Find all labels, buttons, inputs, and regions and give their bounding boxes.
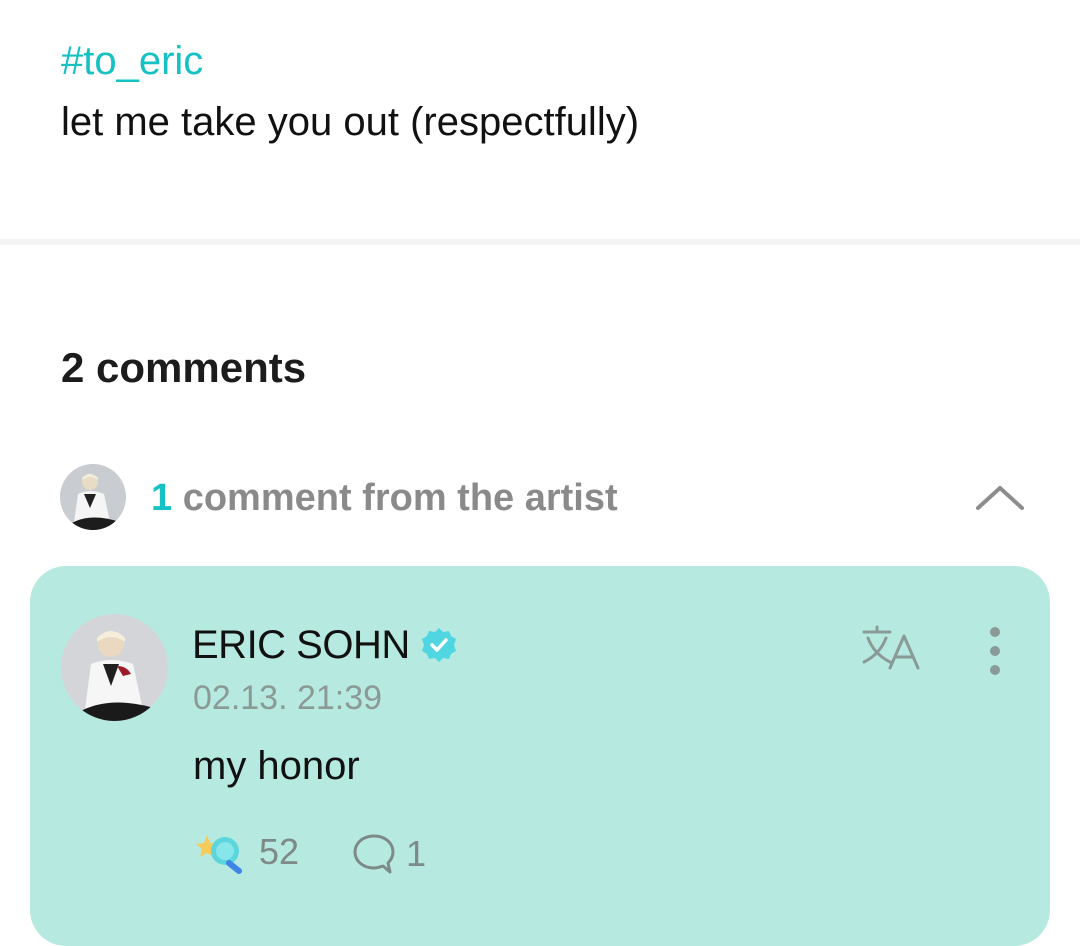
translate-icon[interactable] [860,624,922,674]
comment-timestamp: 02.13. 21:39 [193,679,383,717]
chevron-up-icon[interactable] [974,472,1026,524]
author-avatar[interactable] [61,614,168,721]
author-name[interactable]: ERIC SOHN [192,622,410,668]
verified-badge-icon [421,628,456,662]
comments-count: 2 comments [61,344,307,391]
reply-button[interactable]: 1 [352,830,426,878]
reaction-button[interactable]: 52 [193,828,299,876]
more-vertical-icon[interactable] [980,624,1010,680]
reaction-icon [196,835,242,874]
artist-avatar [60,464,126,530]
artist-comments-label: 1 comment from the artist [151,476,618,520]
post-body: let me take you out (respectfully) [61,100,640,144]
section-divider [0,239,1080,245]
author-row: ERIC SOHN [192,622,458,668]
post-hashtag[interactable]: #to_eric [61,38,203,84]
reply-count: 1 [406,833,427,874]
artist-comments-header[interactable]: 1 comment from the artist [60,464,1030,530]
post-content: #to_eric let me take you out (respectful… [0,0,1080,240]
reaction-count: 52 [259,831,300,872]
comment-bubble-icon [353,834,395,874]
comment-text: my honor [193,744,360,788]
artist-comment-card: ERIC SOHN 02.13. 21:39 my honor 52 1 [30,566,1050,946]
artist-comment-count: 1 [151,477,173,519]
artist-comment-text: comment from the artist [172,477,618,519]
